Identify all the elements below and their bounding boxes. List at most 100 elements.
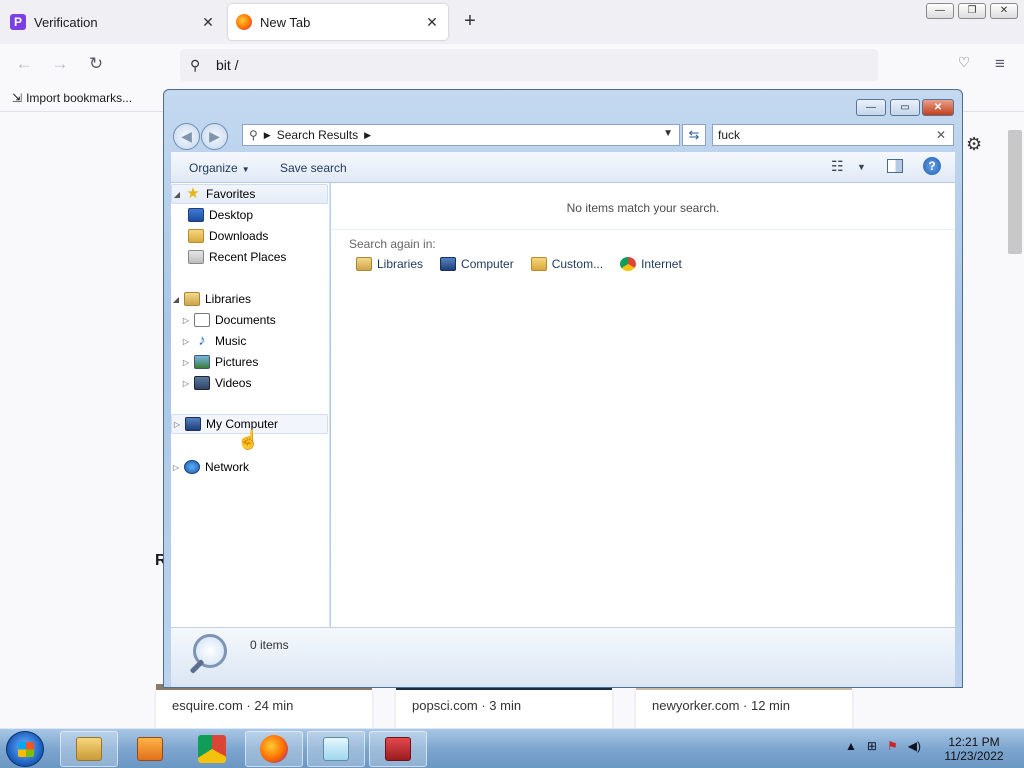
help-icon[interactable]: ?: [923, 157, 941, 175]
reload-icon[interactable]: ↻: [84, 54, 108, 76]
network-icon: [184, 460, 200, 474]
forward-arrow-icon[interactable]: →: [48, 54, 72, 76]
taskbar-media-player[interactable]: [121, 731, 179, 767]
network-status-icon[interactable]: ⊞: [867, 739, 877, 753]
collapsed-triangle-icon[interactable]: ▷: [181, 337, 191, 346]
expanded-triangle-icon[interactable]: ◢: [171, 295, 181, 304]
refresh-icon[interactable]: ⇆: [682, 124, 706, 146]
taskbar-toolbox[interactable]: [369, 731, 427, 767]
explorer-minimize-button[interactable]: —: [856, 99, 886, 116]
recent-places-icon: [188, 250, 204, 264]
search-again-internet[interactable]: Internet: [617, 257, 682, 271]
taskbar-explorer[interactable]: [60, 731, 118, 767]
preview-pane-icon[interactable]: [887, 159, 903, 173]
story-card[interactable]: newyorker.com · 12 min: [636, 684, 852, 728]
save-search-button[interactable]: Save search: [280, 161, 347, 175]
search-again-computer[interactable]: Computer: [437, 257, 514, 271]
nav-label: Network: [205, 460, 250, 474]
import-bookmarks-link[interactable]: ⇲ Import bookmarks...: [12, 91, 132, 105]
back-button[interactable]: ◀: [173, 123, 200, 150]
nav-desktop[interactable]: Desktop: [171, 205, 328, 225]
menu-icon[interactable]: ≡: [988, 54, 1012, 76]
browser-restore-button[interactable]: ❐: [958, 3, 986, 19]
organize-label: Organize: [189, 161, 238, 175]
start-button[interactable]: [6, 731, 44, 767]
collapsed-triangle-icon[interactable]: ▷: [181, 379, 191, 388]
desktop-icon: [188, 208, 204, 222]
search-again-libraries[interactable]: Libraries: [353, 257, 423, 271]
explorer-maximize-button[interactable]: ▭: [890, 99, 920, 116]
tab-new-tab[interactable]: New Tab ✕: [228, 4, 448, 40]
tab-close-icon[interactable]: ✕: [200, 14, 216, 31]
nav-downloads[interactable]: Downloads: [171, 226, 328, 246]
story-source: newyorker.com · 12 min: [652, 698, 790, 713]
collapsed-triangle-icon[interactable]: ▷: [171, 463, 181, 472]
expanded-triangle-icon[interactable]: ◢: [172, 190, 182, 199]
view-dropdown-icon[interactable]: ▼: [857, 162, 866, 172]
taskbar-notepad[interactable]: [307, 731, 365, 767]
tab-close-icon[interactable]: ✕: [424, 14, 440, 31]
collapsed-triangle-icon[interactable]: ▷: [172, 420, 182, 429]
story-source: popsci.com · 3 min: [412, 698, 522, 713]
nav-music[interactable]: ▷ ♪ Music: [171, 331, 328, 351]
tray-expand-icon[interactable]: ▲: [845, 739, 857, 753]
browser-minimize-button[interactable]: —: [926, 3, 954, 19]
search-input[interactable]: fuck ✕: [712, 124, 954, 146]
breadcrumb-search-results[interactable]: Search Results: [277, 128, 358, 142]
url-bar[interactable]: ⚲ bit /: [180, 49, 878, 81]
library-icon: [184, 292, 200, 306]
library-icon: [356, 257, 372, 271]
search-again-custom[interactable]: Custom...: [528, 257, 603, 271]
volume-icon[interactable]: ◀): [908, 739, 921, 753]
address-bar[interactable]: ⚲ ▶ Search Results ▶ ▼: [242, 124, 680, 146]
browser-close-button[interactable]: ✕: [990, 3, 1018, 19]
results-pane: No items match your search. Search again…: [331, 183, 955, 627]
taskbar-chrome[interactable]: [183, 731, 241, 767]
nav-documents[interactable]: ▷ Documents: [171, 310, 328, 330]
taskbar-firefox[interactable]: [245, 731, 303, 767]
new-tab-button[interactable]: +: [458, 10, 482, 33]
pocket-icon[interactable]: ♡: [952, 54, 976, 76]
navigation-pane: ◢ ★ Favorites Desktop Downloads Recent P…: [171, 183, 330, 627]
page-scrollbar[interactable]: [1006, 130, 1024, 728]
nav-network[interactable]: ▷ Network: [171, 457, 328, 477]
nav-favorites[interactable]: ◢ ★ Favorites: [171, 184, 328, 204]
nav-libraries[interactable]: ◢ Libraries: [171, 289, 328, 309]
video-icon: [194, 376, 210, 390]
address-dropdown-icon[interactable]: ▼: [663, 128, 673, 139]
story-card[interactable]: popsci.com · 3 min: [396, 684, 612, 728]
nav-label: Downloads: [209, 229, 269, 243]
back-arrow-icon[interactable]: ←: [12, 54, 36, 76]
scrollbar-thumb[interactable]: [1008, 130, 1022, 254]
system-tray: ▲ ⊞ ⚑ ◀): [845, 739, 921, 753]
flag-alert-icon[interactable]: ⚑: [887, 739, 898, 753]
nav-recent-places[interactable]: Recent Places: [171, 247, 328, 267]
proton-favicon-icon: P: [10, 14, 26, 30]
explorer-close-button[interactable]: ✕: [922, 99, 954, 116]
story-source: esquire.com · 24 min: [172, 698, 294, 713]
story-card[interactable]: esquire.com · 24 min: [156, 684, 372, 728]
forward-button[interactable]: ▶: [201, 123, 228, 150]
tab-verification[interactable]: P Verification ✕: [2, 4, 224, 40]
windows-logo-icon: [18, 742, 34, 757]
divider: [331, 229, 955, 230]
search-again-label: Search again in:: [349, 237, 436, 251]
import-bookmarks-label: Import bookmarks...: [26, 91, 133, 105]
nav-pictures[interactable]: ▷ Pictures: [171, 352, 328, 372]
taskbar: ▲ ⊞ ⚑ ◀) 12:21 PM 11/23/2022: [0, 728, 1024, 768]
music-note-icon: ♪: [198, 332, 206, 349]
gear-icon[interactable]: ⚙: [966, 134, 982, 155]
organize-button[interactable]: Organize ▼: [189, 161, 250, 175]
collapsed-triangle-icon[interactable]: ▷: [181, 316, 191, 325]
target-label: Internet: [641, 257, 682, 271]
document-icon: [194, 313, 210, 327]
star-icon: ★: [186, 185, 200, 202]
collapsed-triangle-icon[interactable]: ▷: [181, 358, 191, 367]
nav-videos[interactable]: ▷ Videos: [171, 373, 328, 393]
search-query: fuck: [718, 128, 741, 142]
clock[interactable]: 12:21 PM 11/23/2022: [934, 735, 1014, 763]
clear-search-icon[interactable]: ✕: [936, 125, 946, 145]
view-options-icon[interactable]: ☷: [831, 158, 844, 175]
breadcrumb-arrow-icon: ▶: [263, 129, 271, 140]
nav-label: Favorites: [206, 187, 256, 201]
